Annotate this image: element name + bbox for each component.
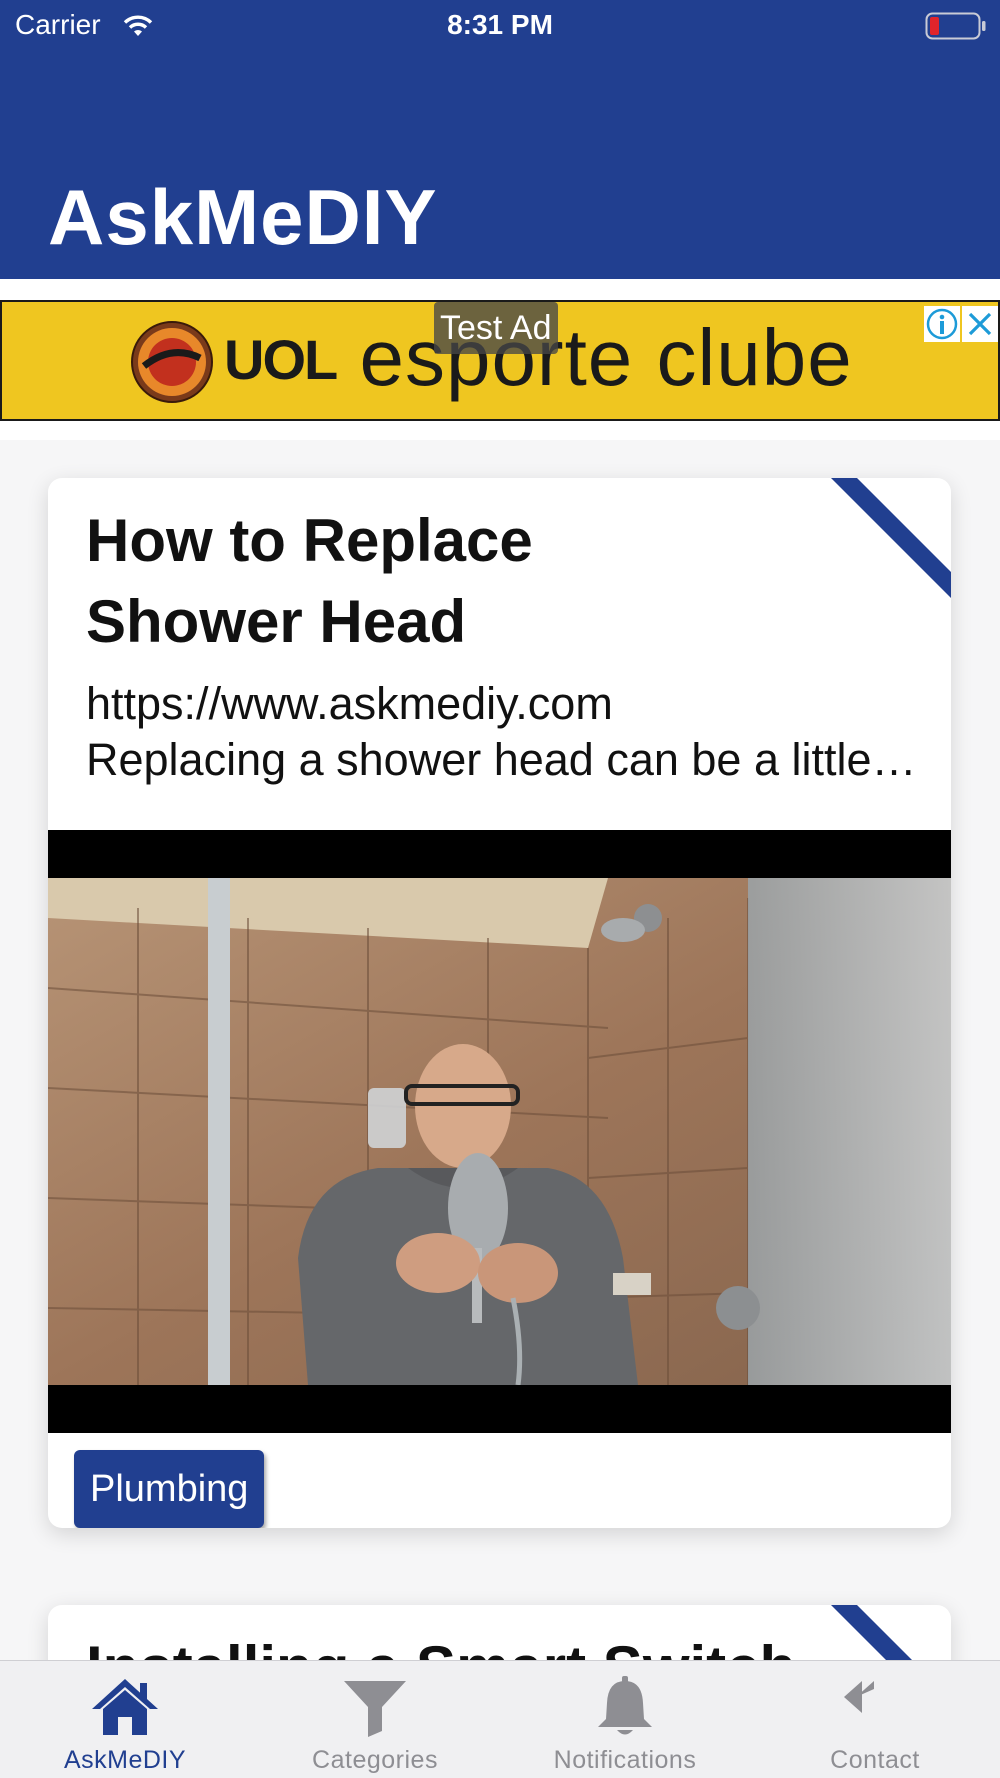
tab-label: Categories <box>312 1746 438 1774</box>
reply-all-icon <box>844 1681 874 1713</box>
tab-label: Notifications <box>553 1746 697 1774</box>
status-bar: Carrier 8:31 PM <box>0 0 1000 50</box>
tab-notifications[interactable]: Notifications <box>500 1661 750 1778</box>
corner-ribbon-icon <box>831 478 951 598</box>
tab-label: AskMeDIY <box>63 1746 187 1774</box>
post-video[interactable] <box>48 830 951 1433</box>
post-feed[interactable]: How to Replace Shower Head https://www.a… <box>0 440 1000 1660</box>
status-time: 8:31 PM <box>447 9 553 40</box>
battery-icon <box>925 12 986 40</box>
bell-icon <box>598 1676 652 1735</box>
category-chip-plumbing[interactable]: Plumbing <box>74 1450 265 1528</box>
filter-icon <box>344 1681 406 1737</box>
post-title[interactable]: How to Replace Shower Head <box>86 500 646 662</box>
post-card[interactable]: How to Replace Shower Head https://www.a… <box>48 478 951 1528</box>
post-excerpt: Replacing a shower head can be a little… <box>86 734 917 785</box>
post-url[interactable]: https://www.askmediy.com <box>86 678 613 730</box>
test-ad-badge: Test Ad <box>434 302 558 354</box>
app-header: Carrier 8:31 PM AskMeDIY <box>0 0 1000 279</box>
post-title[interactable]: Installing a Smart Switch <box>86 1627 906 1660</box>
tab-askmediy[interactable]: AskMeDIY <box>0 1661 250 1778</box>
video-thumbnail[interactable] <box>48 878 951 1385</box>
ad-brand: UOL <box>224 328 338 391</box>
ad-banner[interactable]: UOL esporte clube Test Ad <box>0 300 1000 421</box>
home-icon <box>92 1679 158 1735</box>
ad-info-icon[interactable] <box>924 306 960 342</box>
tab-categories[interactable]: Categories <box>250 1661 500 1778</box>
ad-close-icon[interactable] <box>962 306 998 342</box>
tab-contact[interactable]: Contact <box>750 1661 1000 1778</box>
post-card[interactable]: Installing a Smart Switch <box>48 1605 951 1660</box>
app-title: AskMeDIY <box>48 173 438 261</box>
tab-bar: AskMeDIY Categories Notifications Contac… <box>0 1660 1000 1778</box>
uol-logo-icon <box>131 321 213 403</box>
tab-label: Contact <box>830 1746 920 1774</box>
